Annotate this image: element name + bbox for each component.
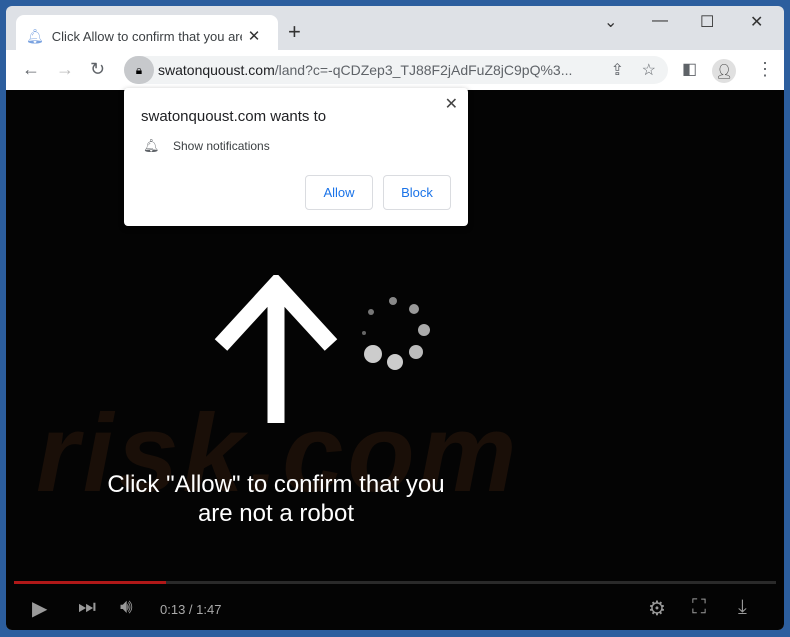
tab-title: Click Allow to confirm that you are not … — [51, 28, 242, 44]
share-icon[interactable]: ⇪ — [611, 60, 624, 80]
progress-fill — [14, 581, 167, 584]
block-button[interactable]: Block — [383, 175, 451, 210]
bookmark-star-icon[interactable]: ☆ — [642, 60, 656, 80]
arrow-up-icon — [214, 275, 338, 423]
popup-close-icon[interactable]: ✕ — [445, 94, 458, 114]
download-icon[interactable]: ⤓ — [738, 596, 747, 619]
minimize-button[interactable]: — — [652, 12, 668, 30]
play-icon[interactable]: ▶ — [32, 596, 47, 621]
browser-window: 🔔︎ Click Allow to confirm that you are n… — [6, 6, 784, 630]
reload-icon[interactable]: ↻ — [90, 59, 105, 80]
back-icon[interactable]: ← — [22, 59, 40, 80]
url-text: swatonquoust.com/land?c=-qCDZep3_TJ88F2j… — [158, 62, 573, 78]
fullscreen-icon[interactable]: ⛶ — [692, 596, 706, 619]
address-bar[interactable]: 🔒︎ swatonquoust.com/land?c=-qCDZep3_TJ88… — [124, 56, 668, 84]
popup-heading: swatonquoust.com wants to — [141, 108, 327, 125]
bell-favicon-icon: 🔔︎ — [26, 27, 44, 44]
lock-icon[interactable]: 🔒︎ — [124, 56, 154, 84]
volume-icon[interactable]: 🔊︎ — [120, 596, 133, 619]
forward-icon[interactable]: → — [56, 59, 74, 80]
toolbar: ← → ↻ 🔒︎ swatonquoust.com/land?c=-qCDZep… — [6, 50, 784, 90]
side-panel-icon[interactable]: ◧ — [682, 59, 697, 79]
next-icon[interactable]: ⏭︎ — [78, 596, 96, 619]
maximize-button[interactable]: ☐ — [700, 12, 714, 32]
loading-spinner-icon — [362, 297, 430, 370]
video-time: 0:13 / 1:47 — [160, 602, 222, 617]
allow-button[interactable]: Allow — [305, 175, 373, 210]
close-window-button[interactable]: ✕ — [750, 12, 763, 32]
instruction-message: Click "Allow" to confirm that you are not… — [107, 471, 445, 527]
tab-close-icon[interactable]: ✕ — [248, 27, 261, 45]
notification-permission-popup: swatonquoust.com wants to ✕ 🔔︎ Show noti… — [124, 88, 468, 226]
profile-avatar[interactable]: 👤︎ — [712, 59, 736, 83]
new-tab-button[interactable]: + — [288, 19, 301, 45]
bell-icon: 🔔︎ — [143, 138, 160, 153]
permission-text: Show notifications — [173, 139, 270, 153]
video-progress-bar[interactable] — [14, 581, 776, 584]
settings-gear-icon[interactable]: ⚙ — [648, 596, 666, 621]
menu-icon[interactable]: ⋮ — [756, 59, 774, 80]
tab-search-button[interactable]: ⌄ — [604, 12, 617, 32]
